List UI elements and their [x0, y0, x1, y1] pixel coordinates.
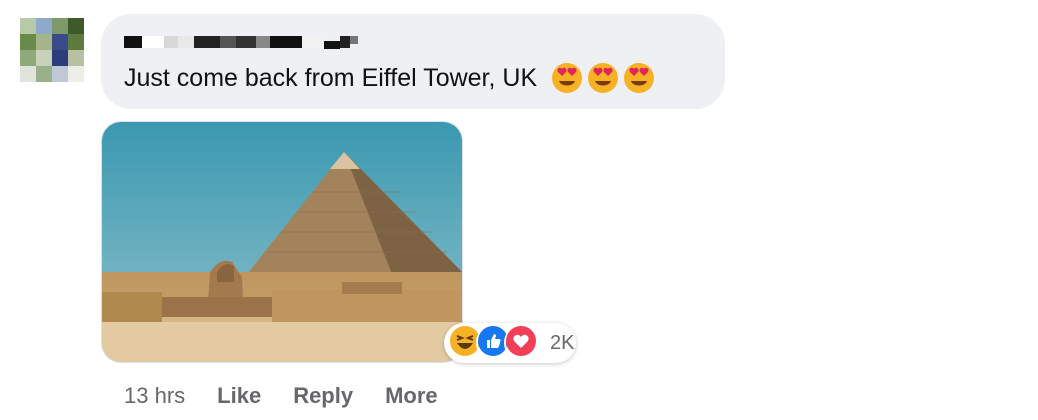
avatar[interactable]: [20, 18, 84, 82]
reply-button[interactable]: Reply: [293, 383, 353, 409]
comment-body: Just come back from Eiffel Tower, UK: [124, 64, 538, 92]
like-button[interactable]: Like: [217, 383, 261, 409]
heart-eyes-emoji-icon: [623, 62, 655, 94]
heart-eyes-emoji-icon: [551, 62, 583, 94]
pyramid-image: [102, 122, 462, 362]
love-reaction-icon: [504, 324, 542, 362]
comment-text: Just come back from Eiffel Tower, UK: [124, 62, 655, 94]
heart-eyes-emoji-icon: [587, 62, 619, 94]
comment-actions: 13 hrs Like Reply More: [124, 383, 470, 409]
reactions-summary[interactable]: 2K: [444, 323, 576, 363]
reaction-count: 2K: [550, 331, 575, 354]
attached-photo[interactable]: [101, 121, 463, 363]
more-button[interactable]: More: [385, 383, 438, 409]
comment-timestamp[interactable]: 13 hrs: [124, 383, 185, 409]
author-name-redacted[interactable]: [124, 32, 358, 52]
